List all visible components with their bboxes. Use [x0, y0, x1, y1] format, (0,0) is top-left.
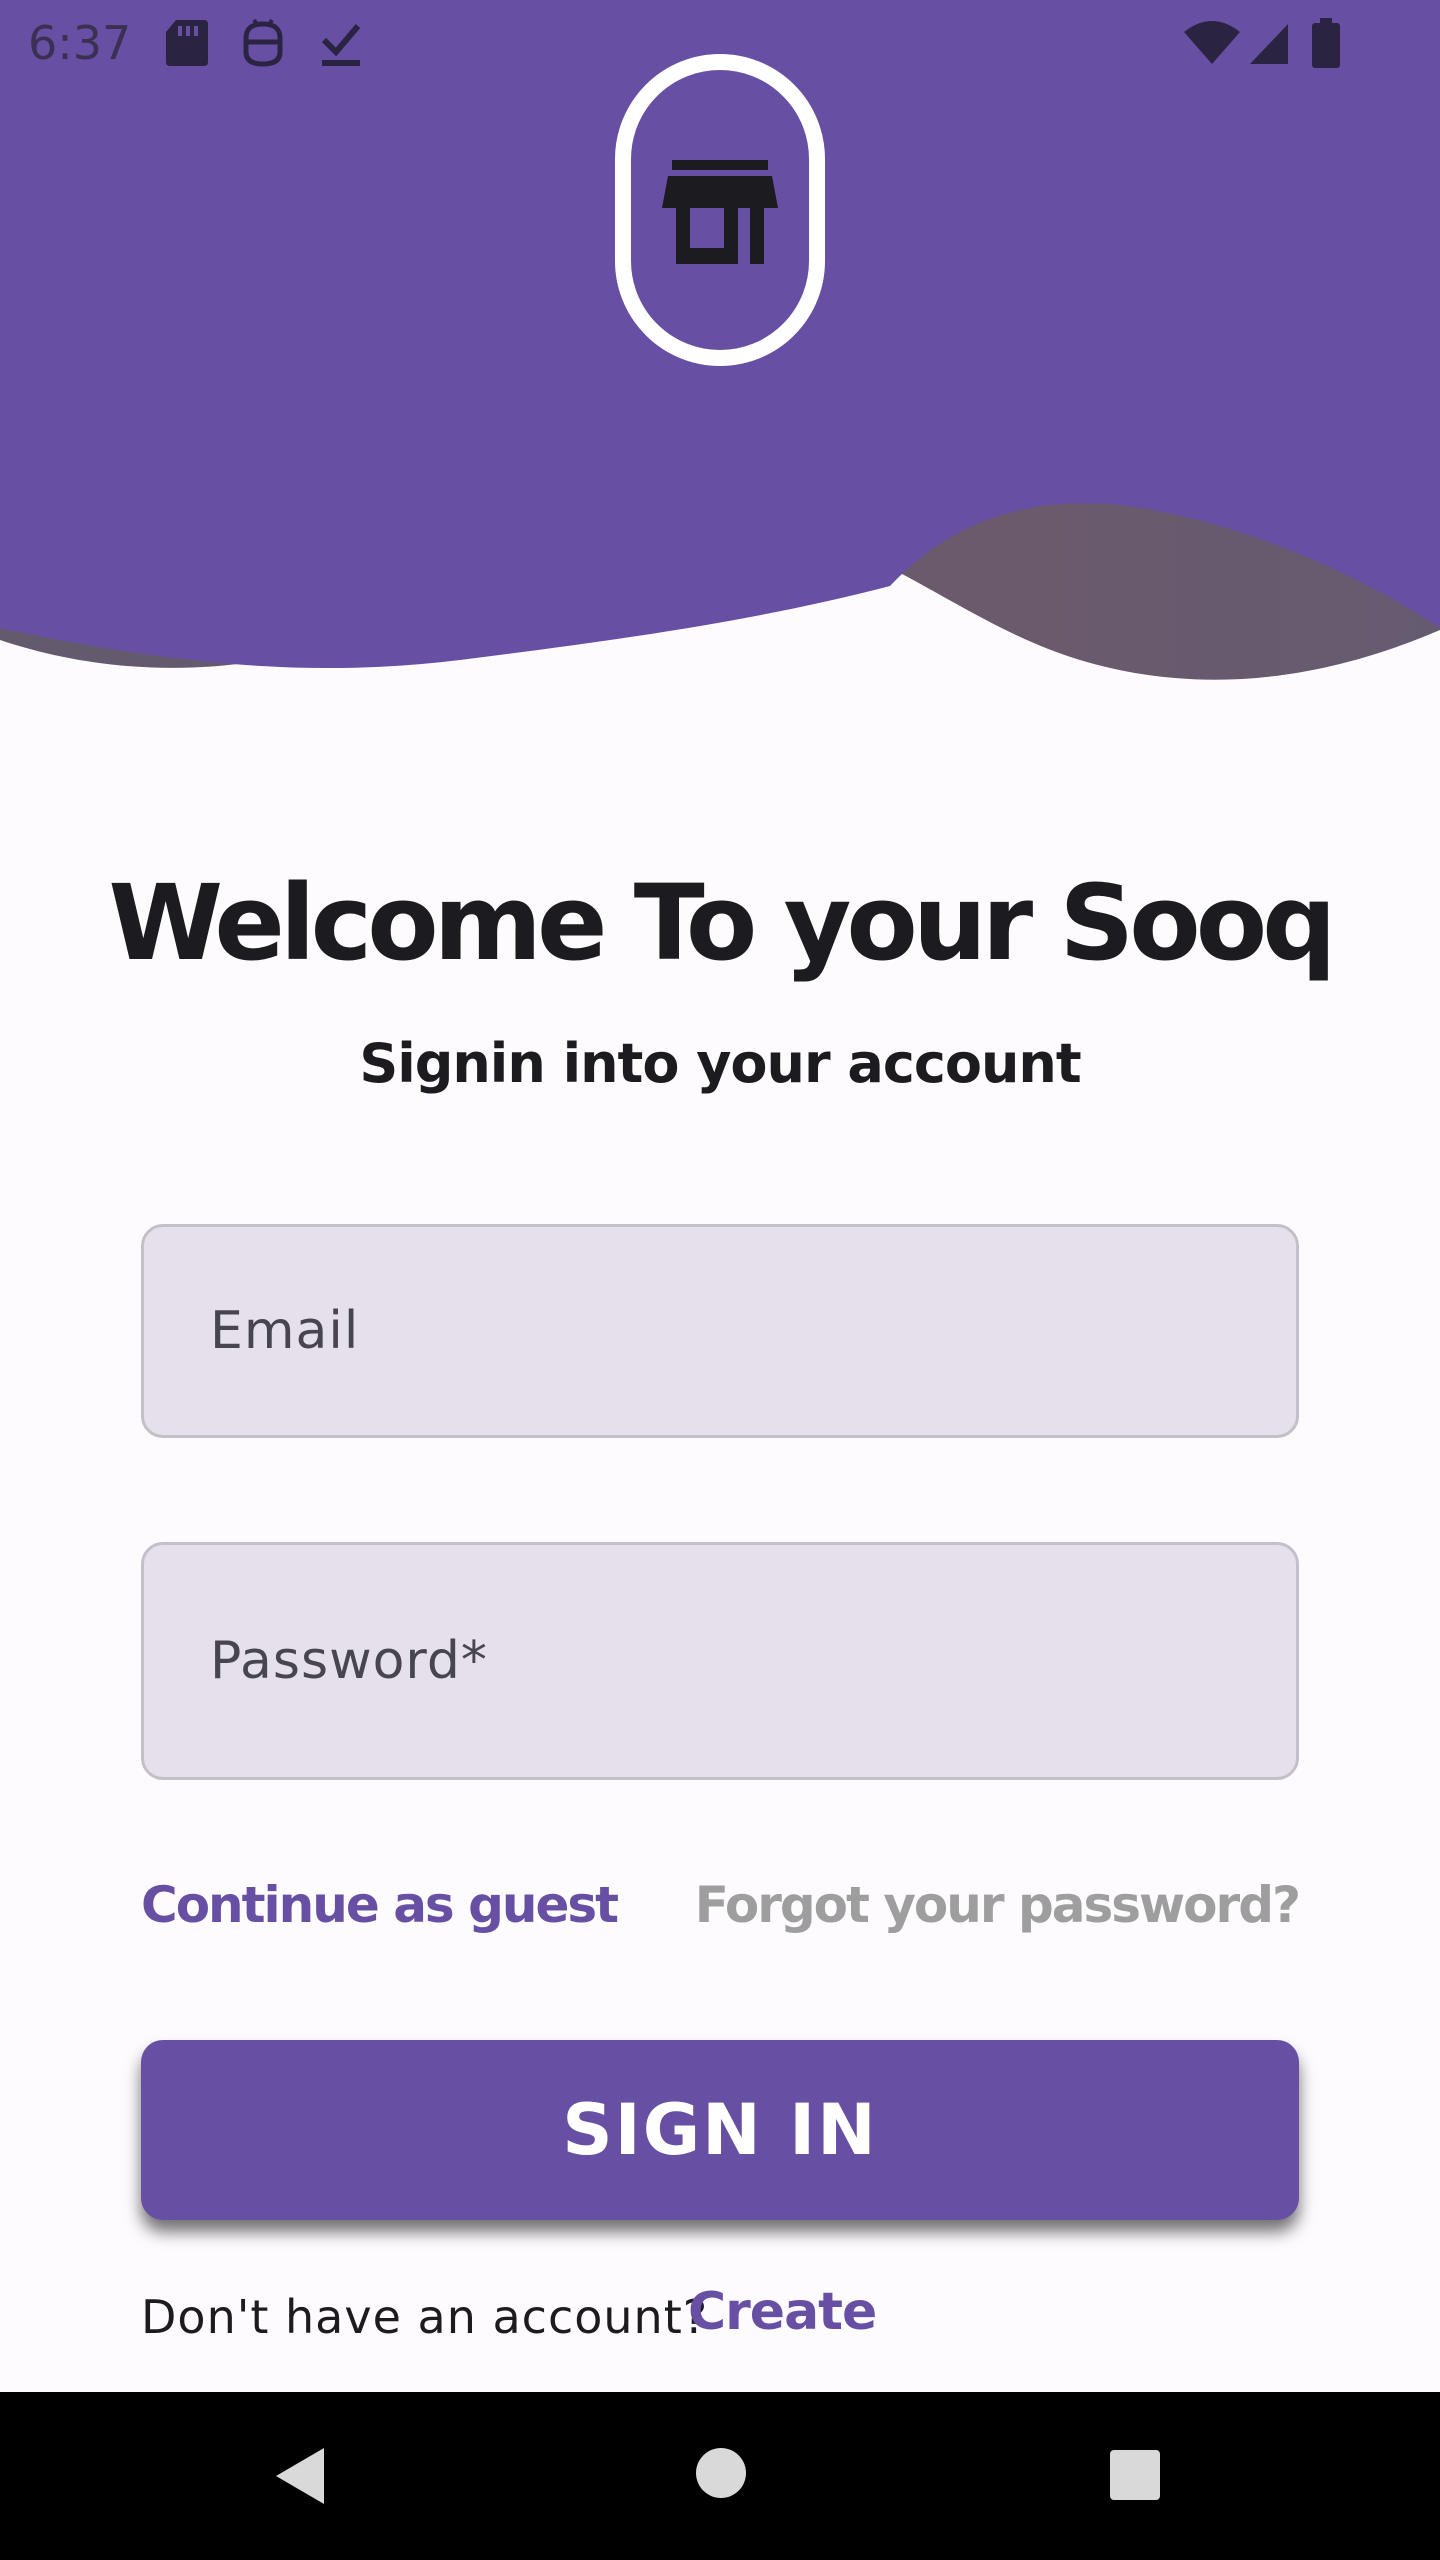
store-icon: [662, 160, 778, 264]
page-title: Welcome To your Sooq: [108, 862, 1336, 984]
create-account-link[interactable]: Create: [688, 2282, 877, 2342]
status-bar: 6:37: [0, 0, 1440, 86]
password-input[interactable]: [210, 1545, 1250, 1777]
sd-card-icon: [166, 20, 208, 66]
robot-icon: [243, 18, 283, 67]
page-subtitle: Signin into your account: [359, 1032, 1081, 1095]
continue-as-guest-link[interactable]: Continue as guest: [141, 1876, 619, 1934]
cell-signal-icon: [1250, 24, 1288, 64]
forgot-password-link[interactable]: Forgot your password?: [695, 1876, 1301, 1934]
home-icon[interactable]: [694, 2446, 748, 2500]
battery-icon: [1312, 18, 1340, 68]
account-prompt: Don't have an account?: [141, 2290, 709, 2344]
status-time: 6:37: [28, 16, 132, 70]
email-input[interactable]: [210, 1227, 1250, 1435]
email-field[interactable]: [141, 1224, 1299, 1438]
navigation-bar: [0, 2392, 1440, 2560]
password-field[interactable]: [141, 1542, 1299, 1780]
back-icon[interactable]: [272, 2444, 328, 2508]
sign-in-button[interactable]: SIGN IN: [141, 2040, 1299, 2220]
wifi-icon: [1184, 21, 1240, 64]
download-check-icon: [321, 24, 361, 66]
recents-icon[interactable]: [1108, 2448, 1162, 2502]
